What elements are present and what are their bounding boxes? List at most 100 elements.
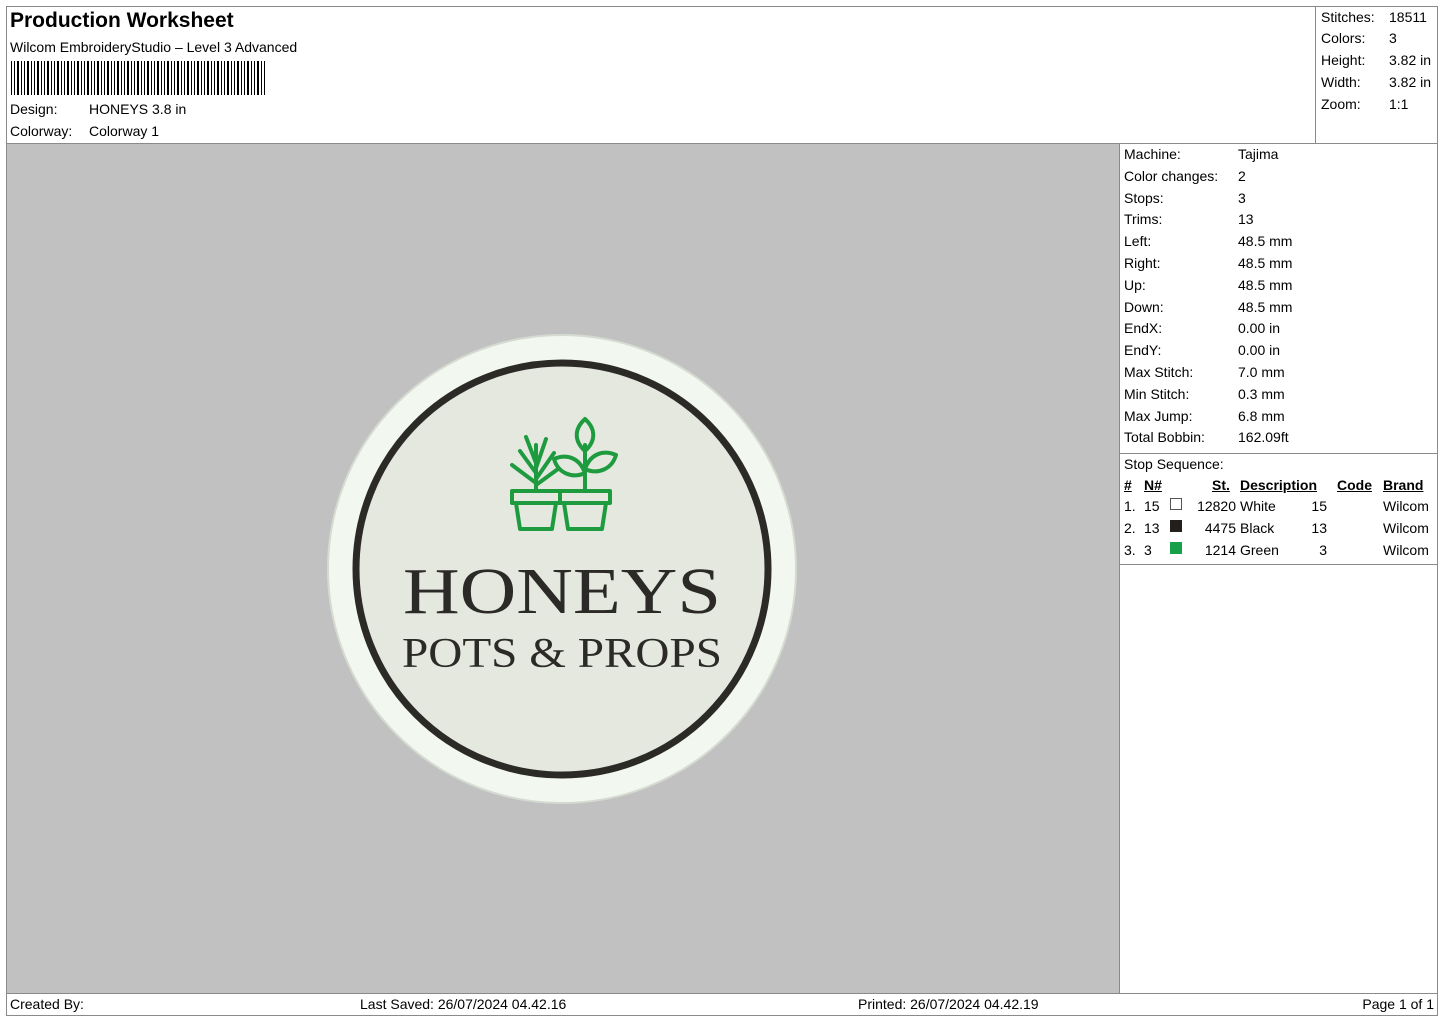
design-row: Design: HONEYS 3.8 in xyxy=(10,101,186,117)
machine-info-value: 3 xyxy=(1238,189,1246,206)
width-value: 3.82 in xyxy=(1389,74,1432,90)
width-row: Width: 3.82 in xyxy=(1321,74,1437,90)
barcode-bar xyxy=(144,61,145,95)
machine-info-value: 48.5 mm xyxy=(1238,298,1293,315)
barcode-bar xyxy=(74,61,75,95)
barcode-bar xyxy=(164,61,165,95)
panel-divider xyxy=(1120,453,1438,454)
created-by: Created By: xyxy=(10,996,84,1012)
barcode-bar xyxy=(107,61,109,95)
machine-info-value: 2 xyxy=(1238,167,1246,184)
machine-info-label: Trims: xyxy=(1124,211,1163,228)
stitches-row: Stitches: 18511 xyxy=(1321,9,1437,25)
machine-info-label: Color changes: xyxy=(1124,167,1219,184)
machine-info-row: Stops: 3 xyxy=(1124,190,1246,206)
machine-info-panel: Machine: Tajima Color changes: 2 Stops: 3 Trim… xyxy=(1120,144,1438,993)
barcode-bar xyxy=(224,61,225,95)
barcode-bar xyxy=(244,61,245,95)
barcode-bar xyxy=(127,61,129,95)
row-index: 2. xyxy=(1124,520,1136,536)
color-swatch xyxy=(1170,520,1182,532)
machine-info-label: Max Stitch: xyxy=(1124,364,1194,380)
software-name: Wilcom EmbroideryStudio – Level 3 Advanc… xyxy=(10,39,298,55)
barcode-bar xyxy=(111,61,112,95)
stitch-count: 4475 xyxy=(1204,520,1236,536)
barcode-bar xyxy=(24,61,25,95)
machine-info-label: Up: xyxy=(1124,276,1146,293)
header-info: Production Worksheet Wilcom EmbroiderySt… xyxy=(7,7,1315,143)
barcode-bar xyxy=(134,61,135,95)
barcode-bar xyxy=(167,61,169,95)
barcode-bar xyxy=(37,61,39,95)
machine-info-value: 162.09ft xyxy=(1238,429,1289,446)
barcode-bar xyxy=(191,61,192,95)
barcode-bar xyxy=(247,61,249,95)
last-saved: Last Saved: 26/07/2024 04.42.16 xyxy=(360,996,567,1012)
footer: Created By: Last Saved: 26/07/2024 04.42… xyxy=(7,994,1437,1016)
height-row: Height: 3.82 in xyxy=(1321,52,1437,68)
machine-info-row: Up: 48.5 mm xyxy=(1124,277,1292,293)
embroidery-patch-preview: HONEYS POTS & PROPS xyxy=(327,334,797,804)
design-preview-canvas: HONEYS POTS & PROPS xyxy=(7,144,1120,993)
production-worksheet: Production Worksheet Wilcom EmbroiderySt… xyxy=(6,6,1438,1016)
height-value: 3.82 in xyxy=(1389,52,1432,68)
barcode-bar xyxy=(71,61,72,95)
thread-brand: Wilcom xyxy=(1383,520,1429,536)
machine-info-label: Down: xyxy=(1124,298,1164,315)
machine-info-label: Machine: xyxy=(1124,146,1181,162)
barcode-bar xyxy=(91,61,92,95)
col-needle: N# xyxy=(1144,477,1162,493)
barcode-bar xyxy=(254,61,255,95)
barcode-bar xyxy=(227,61,229,95)
needle-number: 15 xyxy=(1144,498,1160,514)
barcode-bar xyxy=(121,61,122,95)
height-label: Height: xyxy=(1321,52,1366,68)
design-subtitle-text: POTS & PROPS xyxy=(402,631,722,677)
barcode-bar xyxy=(77,61,79,95)
stop-sequence-row: 1. 15 12820 White 15 Wilcom xyxy=(1120,498,1438,520)
barcode-bar xyxy=(21,61,22,95)
machine-info-value: 48.5 mm xyxy=(1238,276,1293,293)
barcode-bar xyxy=(81,61,82,95)
zoom-value: 1:1 xyxy=(1389,96,1409,112)
barcode-bar xyxy=(221,61,222,95)
color-description: Green xyxy=(1240,542,1279,558)
machine-info-row: Max Jump: 6.8 mm xyxy=(1124,408,1285,424)
barcode-bar xyxy=(194,61,195,95)
barcode-bar xyxy=(207,61,209,95)
barcode-bar xyxy=(41,61,42,95)
barcode-bar xyxy=(141,61,142,95)
machine-info-row: Down: 48.5 mm xyxy=(1124,299,1292,315)
zoom-label: Zoom: xyxy=(1321,96,1361,112)
barcode-bar xyxy=(211,61,212,95)
machine-info-row: Left: 48.5 mm xyxy=(1124,233,1292,249)
stitch-count: 1214 xyxy=(1204,542,1236,558)
zoom-row: Zoom: 1:1 xyxy=(1321,96,1437,112)
machine-info-value: 48.5 mm xyxy=(1238,255,1293,271)
barcode-bar xyxy=(251,61,252,95)
needle-number: 13 xyxy=(1144,520,1160,536)
barcode-bar xyxy=(14,61,15,95)
machine-info-label: Min Stitch: xyxy=(1124,385,1190,402)
barcode-bar xyxy=(17,61,19,95)
machine-info-row: Right: 48.5 mm xyxy=(1124,255,1292,271)
barcode-bar xyxy=(204,61,205,95)
color-swatch xyxy=(1170,542,1182,554)
machine-info-value: 48.5 mm xyxy=(1238,233,1293,250)
colors-value: 3 xyxy=(1389,30,1397,46)
page-title: Production Worksheet xyxy=(10,9,234,32)
machine-info-label: Max Jump: xyxy=(1124,407,1193,424)
col-description: Description xyxy=(1240,477,1318,493)
barcode-bar xyxy=(11,61,12,95)
needle-number: 3 xyxy=(1144,542,1152,558)
machine-info-value: 13 xyxy=(1238,211,1254,228)
design-label: Design: xyxy=(10,101,58,117)
machine-info-row: Machine: Tajima xyxy=(1124,146,1278,162)
barcode-bar xyxy=(214,61,215,95)
col-index: # xyxy=(1124,477,1132,493)
barcode-bar xyxy=(54,61,55,95)
thread-brand: Wilcom xyxy=(1383,498,1429,514)
design-title-text: HONEYS xyxy=(403,555,721,628)
page-number: Page 1 of 1 xyxy=(1362,996,1434,1012)
machine-info-row: Total Bobbin: 162.09ft xyxy=(1124,429,1289,445)
